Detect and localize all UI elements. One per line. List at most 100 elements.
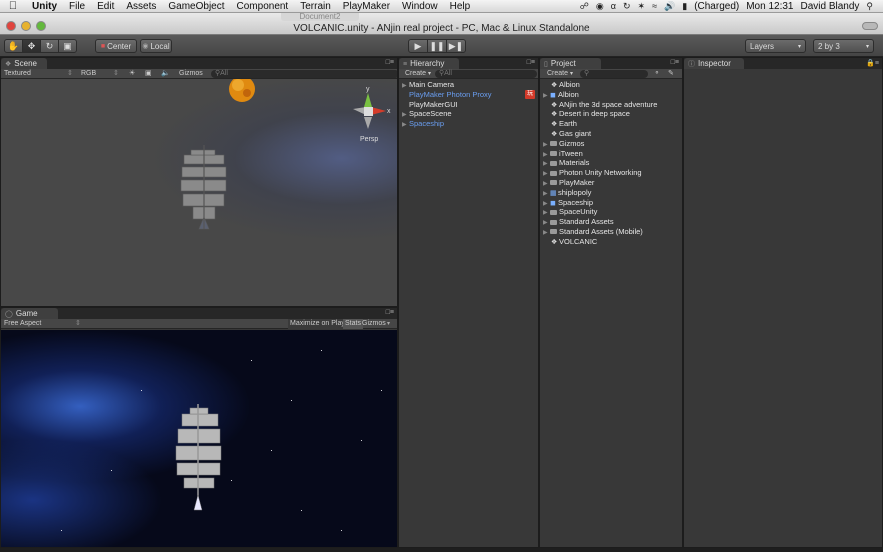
project-item-standard-assets[interactable]: ▶ Standard Assets [540,217,682,227]
pivot-toggle-button[interactable]: ■ Center [95,39,137,53]
hierarchy-item-main-camera[interactable]: ▶ Main Camera [399,80,538,90]
battery-icon[interactable]: ▮ [682,1,687,12]
project-item-photon[interactable]: ▶ Photon Unity Networking [540,168,682,178]
render-mode-dropdown[interactable]: Textured [4,69,31,79]
hierarchy-item-playmaker-photon-proxy[interactable]: PlayMaker Photon Proxy 玩 [399,89,538,100]
project-search-input[interactable]: ⚲ [580,70,648,78]
rotate-tool-icon[interactable]: ↻ [40,39,59,53]
project-item-earth[interactable]: ❖ Earth [540,119,682,129]
project-item-albion-prefab[interactable]: ▶ ◼ Albion [540,90,682,100]
game-viewport[interactable] [1,330,397,547]
project-item-materials[interactable]: ▶ Materials [540,158,682,168]
layers-dropdown[interactable]: Layers ▾ [745,39,806,53]
tab-scene[interactable]: ❖ Scene [1,58,47,69]
panel-menu-icon[interactable]: □≡ [386,309,394,316]
gizmos-dropdown[interactable]: Gizmos [179,69,203,79]
menu-terrain[interactable]: Terrain [294,1,337,12]
filter-by-label-icon[interactable]: ✎ [668,69,674,79]
project-item-itween[interactable]: ▶ iTween [540,149,682,159]
wifi-icon[interactable]: ≈ [652,1,657,11]
volume-icon[interactable]: 🔊 [664,1,675,12]
audio-toggle-icon[interactable]: 🔈 [161,69,170,79]
menu-component[interactable]: Component [231,1,295,12]
notification-icon[interactable]: ☍ [580,1,589,12]
lighting-toggle-icon[interactable]: ☀ [129,69,135,79]
scene-image-toggle-icon[interactable]: ▣ [145,69,152,79]
scale-tool-icon[interactable]: ▣ [58,39,77,53]
layout-dropdown[interactable]: 2 by 3 ▾ [813,39,874,53]
project-item-gas-giant[interactable]: ❖ Gas giant [540,129,682,139]
step-icon[interactable]: ▶❚ [446,39,466,53]
panel-menu-icon[interactable]: □≡ [671,59,679,66]
play-icon[interactable]: ▶ [408,39,428,53]
menu-gameobject[interactable]: GameObject [162,1,230,12]
user-name[interactable]: David Blandy [800,1,859,12]
tab-project[interactable]: ▯ Project [540,58,601,69]
menu-help[interactable]: Help [444,1,477,12]
hand-tool-icon[interactable]: ✋ [4,39,23,53]
background-window-title[interactable]: Document2 [281,13,359,21]
chevron-down-icon: ▾ [797,43,801,50]
time-machine-icon[interactable]: ↻ [623,1,631,12]
project-create-button[interactable]: Create ▾ [547,69,573,79]
menu-edit[interactable]: Edit [91,1,120,12]
pivot-icon: ■ [100,42,106,50]
project-item-gizmos[interactable]: ▶ Gizmos [540,139,682,149]
playmaker-badge-icon[interactable]: 玩 [525,89,535,99]
project-item-volcanic[interactable]: ❖ VOLCANIC [540,237,682,247]
menu-unity[interactable]: Unity [26,1,63,12]
project-item-label: PlayMaker [559,177,595,187]
hierarchy-panel: ≡ Hierarchy □≡ Create ▾ ⚲All ▶ Main Camera… [398,57,539,548]
toolbar-toggle-button[interactable] [862,22,878,30]
hierarchy-create-button[interactable]: Create ▾ [405,69,431,79]
dropbox-icon[interactable]: ◉ [596,1,604,12]
apple-icon[interactable]:  [0,0,26,12]
panel-menu-icon[interactable]: 🔒≡ [866,59,879,67]
menu-file[interactable]: File [63,1,91,12]
move-tool-icon[interactable]: ✥ [22,39,41,53]
menu-assets[interactable]: Assets [120,1,162,12]
project-item-label: Standard Assets (Mobile) [559,226,643,236]
project-item-albion-scene[interactable]: ❖ Albion [540,80,682,90]
color-mode-dropdown[interactable]: RGB [81,69,96,79]
tab-hierarchy[interactable]: ≡ Hierarchy [399,58,459,69]
clock[interactable]: Mon 12:31 [746,1,793,12]
expand-arrow-icon[interactable]: ▶ [402,121,409,131]
unity-scene-icon: ❖ [551,238,558,246]
panel-menu-icon[interactable]: □≡ [527,59,535,66]
menu-playmaker[interactable]: PlayMaker [337,1,396,12]
hierarchy-search-input[interactable]: ⚲All [435,70,537,78]
scene-search-input[interactable]: ⚲All [211,70,397,78]
menu-window[interactable]: Window [396,1,444,12]
stats-toggle[interactable]: Stats [343,319,363,329]
hierarchy-item-spaceship[interactable]: ▶ Spaceship [399,119,538,129]
scene-viewport[interactable]: y x Persp [1,79,397,306]
project-item-desert[interactable]: ❖ Desert in deep space [540,109,682,119]
project-item-shiplopoly[interactable]: ▶ ▦shiplopoly [540,188,682,198]
spotlight-icon[interactable]: ⚲ [866,1,873,12]
tab-inspector[interactable]: ⓘ Inspector [684,58,744,69]
maximize-on-play-toggle[interactable]: Maximize on Play [288,319,347,329]
tab-game[interactable]: ◯ Game [1,308,58,319]
bluetooth-icon[interactable]: ✶ [638,1,646,12]
project-item-anjin[interactable]: ❖ ANjin the 3d space adventure [540,100,682,110]
battery-status: (Charged) [694,0,740,12]
hierarchy-item-spacescene[interactable]: ▶ SpaceScene [399,109,538,119]
hierarchy-item-playmakergui[interactable]: PlayMakerGUI [399,100,538,110]
gizmos-toggle[interactable]: Gizmos [362,319,386,329]
panel-menu-icon[interactable]: □≡ [386,59,394,66]
scene-canvas: y x [180,79,391,230]
aspect-dropdown[interactable]: Free Aspect [4,319,41,329]
filter-by-type-icon[interactable]: ⚬ [654,69,660,79]
pause-icon[interactable]: ❚❚ [427,39,447,53]
project-item-label: shiplopoly [558,187,592,197]
project-item-spaceunity[interactable]: ▶ SpaceUnity [540,207,682,217]
project-item-spaceship[interactable]: ▶ ◼ Spaceship [540,198,682,208]
persp-label[interactable]: Persp [360,136,378,143]
project-item-playmaker[interactable]: ▶ PlayMaker [540,178,682,188]
space-toggle-button[interactable]: ◉ Local [140,39,172,53]
space-label: Local [150,41,170,51]
app-icon[interactable]: α [611,1,616,11]
spaceship-model [180,145,227,230]
project-item-standard-assets-mobile[interactable]: ▶ Standard Assets (Mobile) [540,227,682,237]
